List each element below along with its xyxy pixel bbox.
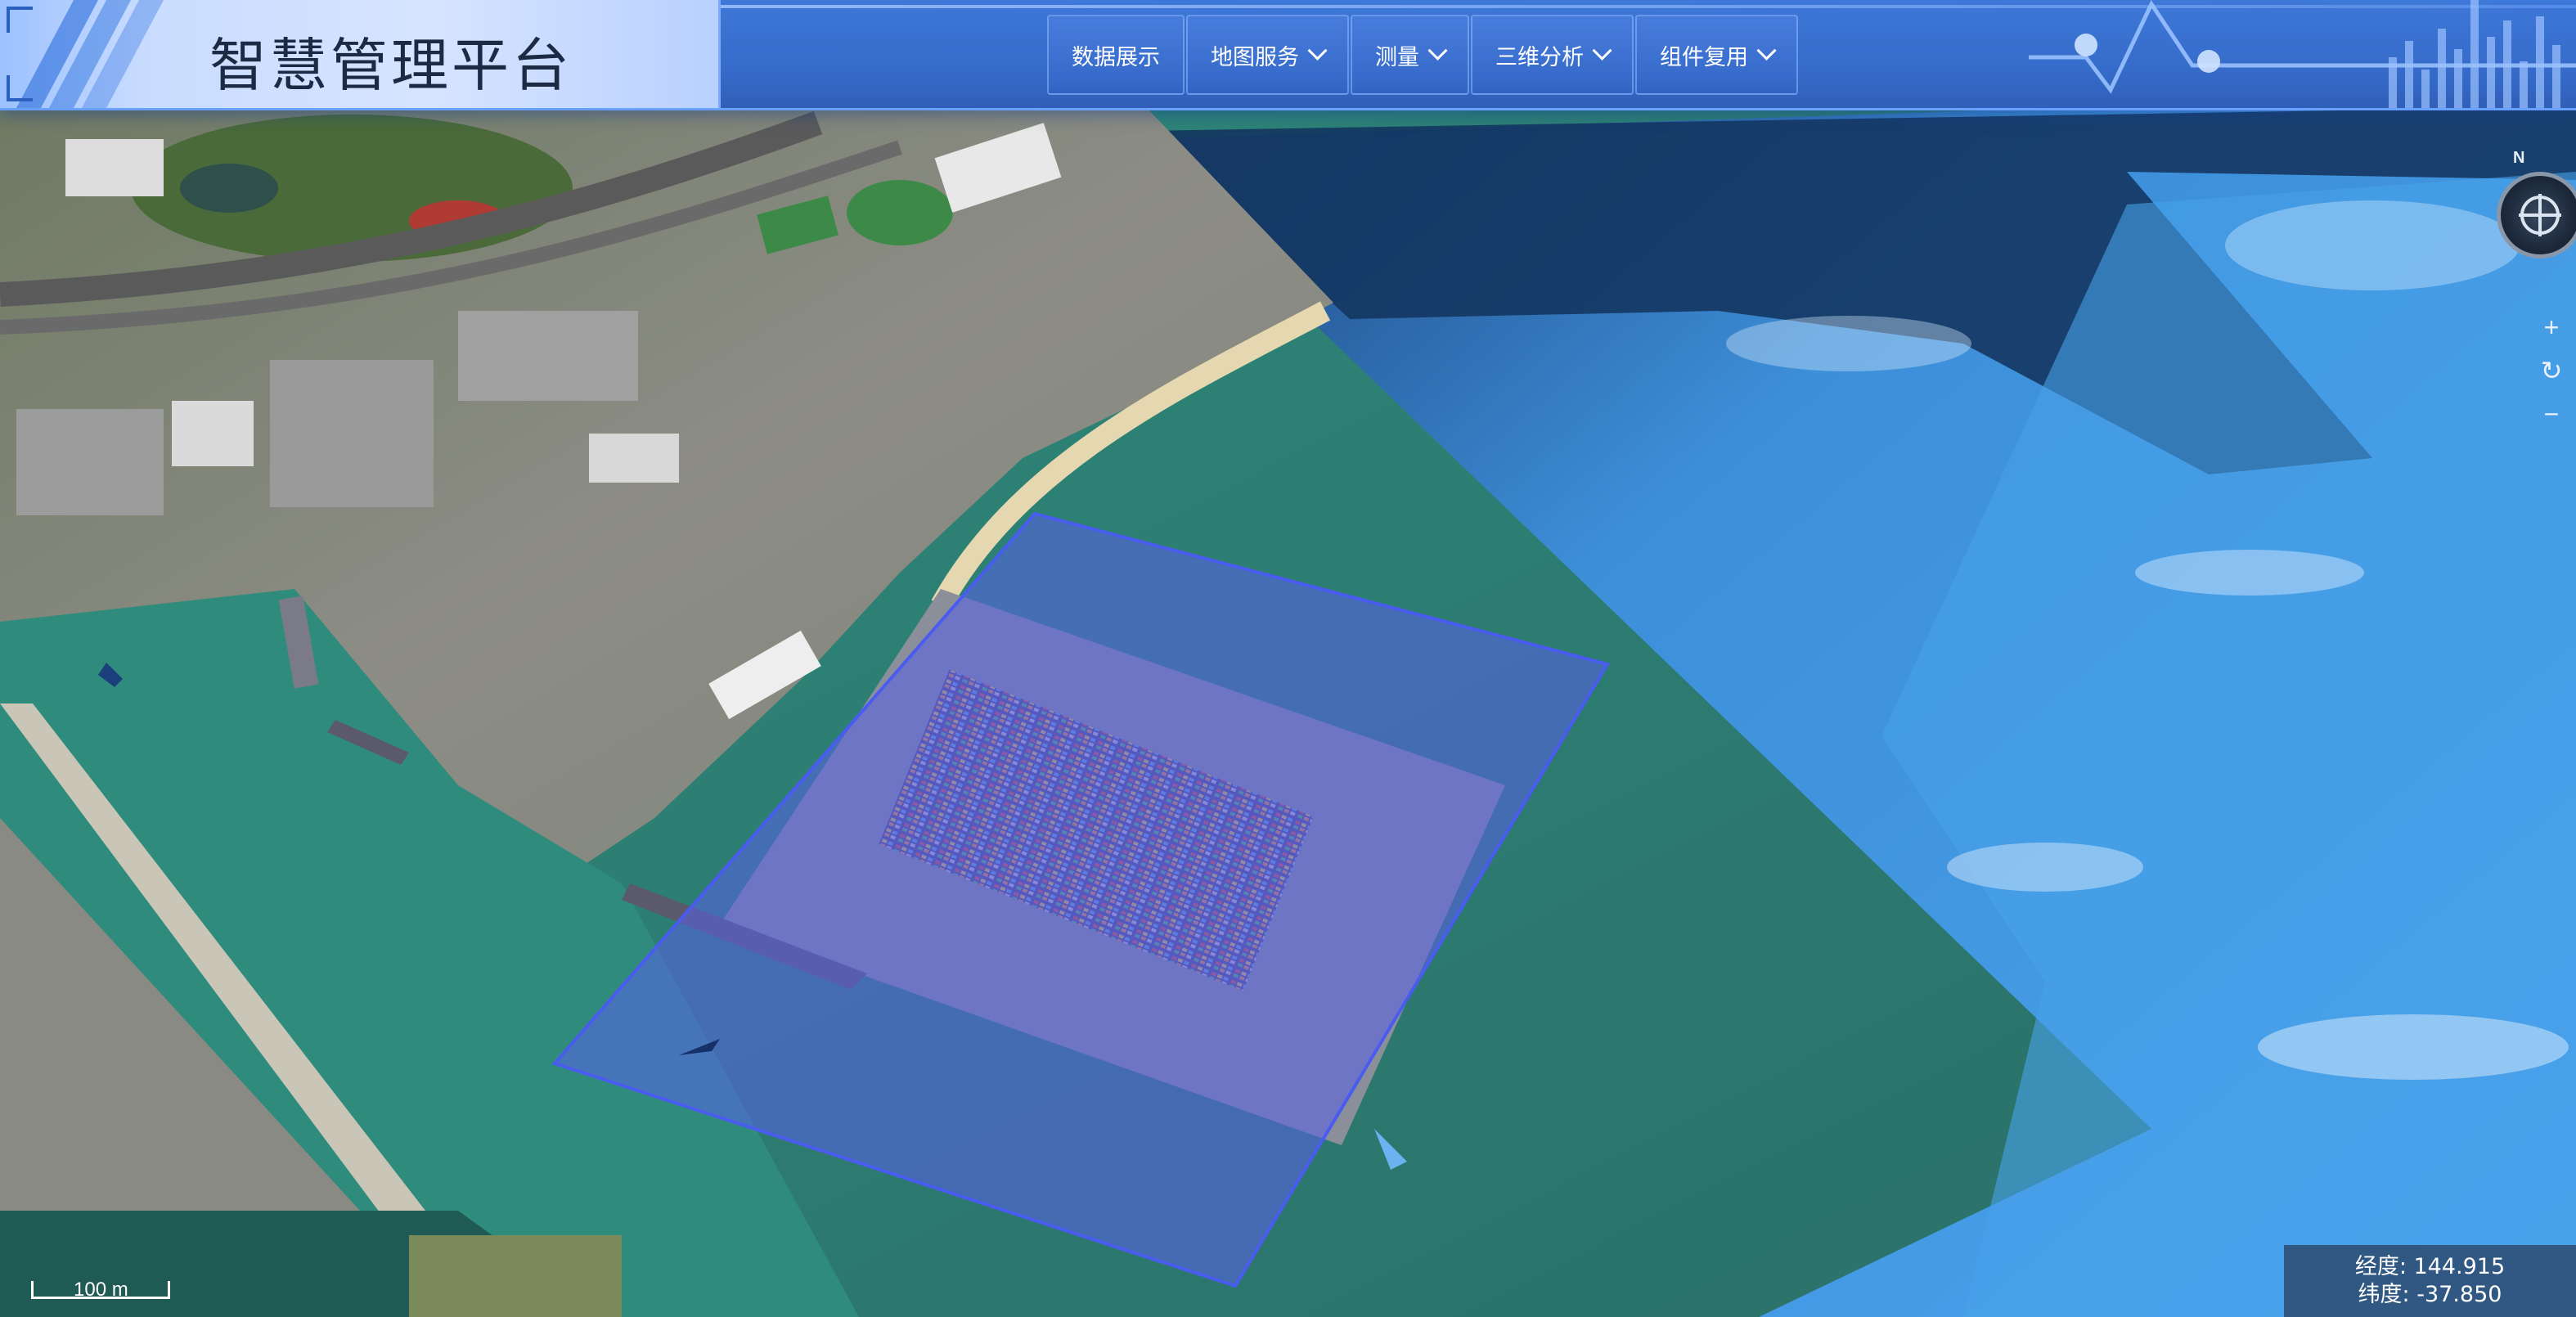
nav-measure[interactable]: 测量 (1351, 15, 1469, 95)
latitude-readout: 纬度: -37.850 (2358, 1282, 2502, 1307)
map-scene (0, 0, 2576, 1317)
chevron-down-icon (1592, 40, 1612, 61)
nav-label: 数据展示 (1072, 44, 1160, 70)
compass-crosshair-icon (2519, 194, 2561, 236)
compass-north-label: N (2513, 149, 2525, 167)
scale-bar-label: 100 m (74, 1279, 128, 1301)
nav-data-display[interactable]: 数据展示 (1047, 15, 1185, 95)
nav-component-reuse[interactable]: 组件复用 (1635, 15, 1798, 95)
compass-icon[interactable] (2497, 172, 2576, 258)
nav-label: 组件复用 (1660, 44, 1748, 70)
chevron-down-icon (1756, 40, 1777, 61)
chevron-down-icon (1427, 40, 1448, 61)
main-nav: 数据展示 地图服务 测量 三维分析 组件复用 (1047, 15, 1800, 95)
nav-label: 测量 (1375, 44, 1419, 70)
nav-map-service[interactable]: 地图服务 (1186, 15, 1349, 95)
zoom-controls: + ↻ − (2528, 309, 2575, 432)
coordinate-readout: 经度: 144.915 纬度: -37.850 (2284, 1245, 2576, 1317)
nav-label: 三维分析 (1495, 44, 1584, 70)
longitude-readout: 经度: 144.915 (2354, 1254, 2506, 1279)
zoom-out-icon[interactable]: − (2528, 396, 2575, 432)
nav-3d-analysis[interactable]: 三维分析 (1471, 15, 1634, 95)
nav-label: 地图服务 (1211, 44, 1299, 70)
title-panel: 智慧管理平台 (0, 0, 721, 108)
chevron-down-icon (1307, 40, 1328, 61)
page-title: 智慧管理平台 (209, 32, 573, 99)
map-canvas[interactable] (0, 0, 2576, 1317)
header-stripe-icon (7, 0, 164, 108)
header-pulse-decoration-icon (2029, 0, 2576, 108)
reset-icon[interactable]: ↻ (2528, 353, 2575, 389)
app-header: 智慧管理平台 数据展示 地图服务 测量 三维分析 组件复用 (0, 0, 2576, 110)
zoom-in-icon[interactable]: + (2528, 309, 2575, 345)
